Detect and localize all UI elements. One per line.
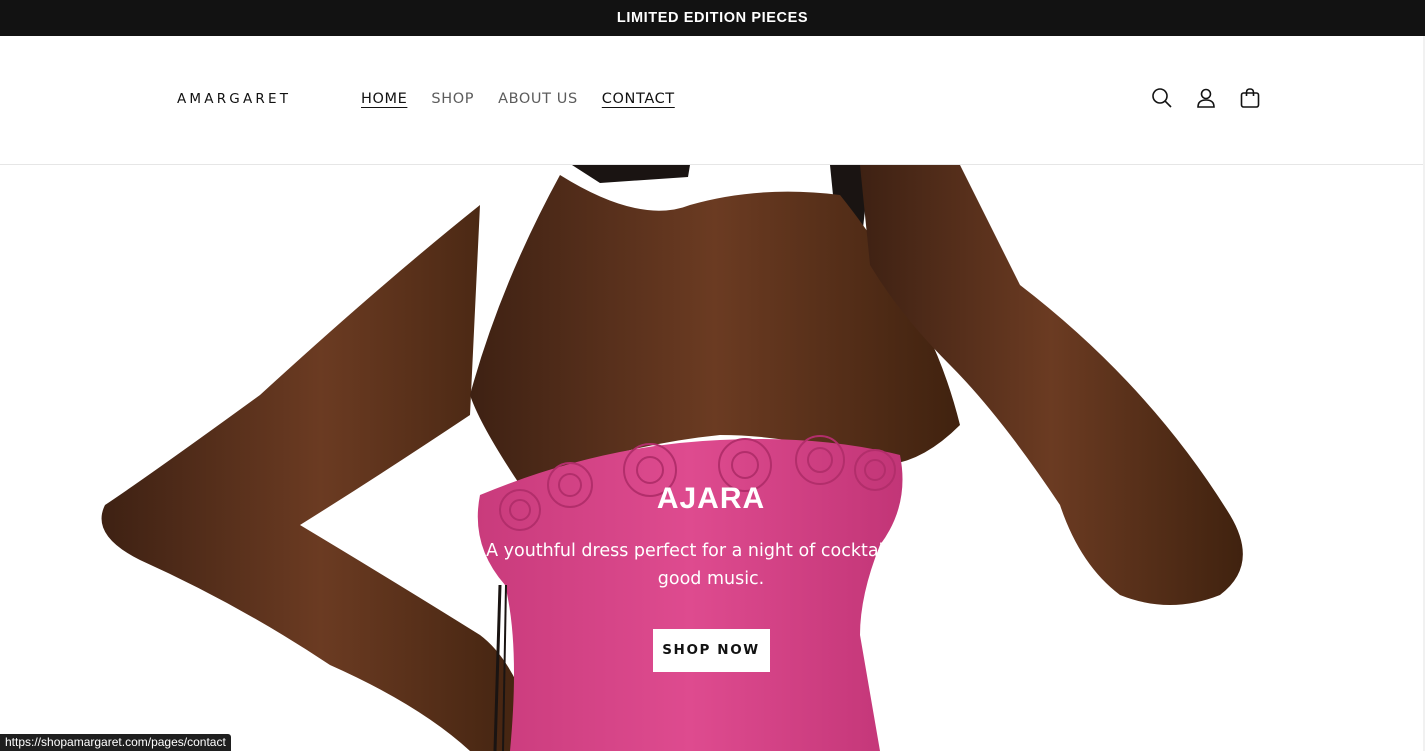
announcement-text: LIMITED EDITION PIECES — [616, 10, 809, 26]
cart-icon[interactable] — [1238, 86, 1262, 110]
main-nav: HOME SHOP ABOUT US CONTACT — [361, 89, 675, 109]
nav-home[interactable]: HOME — [361, 89, 407, 109]
nav-shop[interactable]: SHOP — [431, 89, 474, 109]
nav-about-us[interactable]: ABOUT US — [498, 89, 578, 109]
hero-banner: AJARA A youthful dress perfect for a nig… — [0, 165, 1423, 751]
brand-logo[interactable]: AMARGARET — [177, 92, 291, 106]
account-icon[interactable] — [1194, 86, 1218, 110]
hero-subtitle: A youthful dress perfect for a night of … — [486, 541, 936, 589]
site-header: AMARGARET HOME SHOP ABOUT US CONTACT — [0, 36, 1423, 165]
hero-title: AJARA — [656, 482, 766, 515]
shop-now-button[interactable]: SHOP NOW — [652, 629, 770, 672]
hero-content: AJARA A youthful dress perfect for a nig… — [411, 481, 1011, 672]
nav-contact[interactable]: CONTACT — [602, 89, 675, 109]
search-icon[interactable] — [1150, 86, 1174, 110]
status-bar-url: https://shopamargaret.com/pages/contact — [0, 734, 231, 751]
announcement-bar: LIMITED EDITION PIECES — [0, 0, 1425, 36]
header-icons — [1150, 86, 1262, 110]
